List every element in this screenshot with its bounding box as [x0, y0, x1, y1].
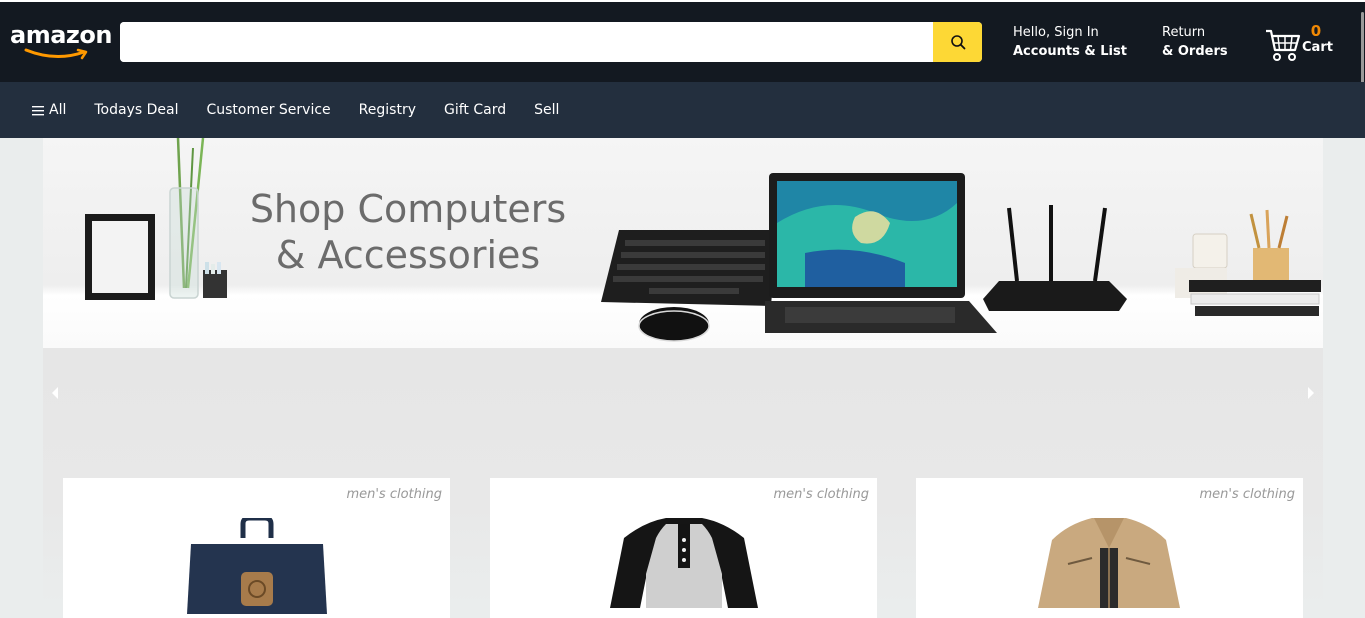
hero-title-line1: Shop Computers: [249, 187, 567, 231]
carousel-prev-button[interactable]: [51, 386, 59, 404]
scrollbar-track[interactable]: [1360, 4, 1365, 86]
nav-item-label: Customer Service: [206, 102, 331, 118]
hamburger-icon: [32, 105, 44, 115]
amazon-logo[interactable]: amazon: [10, 20, 112, 64]
hero-title-line2: & Accessories: [275, 233, 541, 277]
nav-item-label: Registry: [358, 102, 416, 118]
raglan-shirt-image: [610, 518, 758, 608]
hero-banner-image[interactable]: Shop Computers & Accessories: [43, 138, 1323, 348]
picture-frame-image: [85, 214, 155, 300]
carousel-next-button[interactable]: [1307, 386, 1315, 404]
account-menu[interactable]: Hello, Sign In Accounts & List: [1013, 24, 1127, 62]
cart-count: 0: [1310, 22, 1322, 40]
chevron-left-icon: [52, 387, 58, 399]
nav-item-label: All: [49, 102, 67, 118]
nav-item-todays-deal[interactable]: Todays Deal: [94, 102, 178, 118]
nav-item-sell[interactable]: Sell: [534, 102, 559, 118]
cart-label: Cart: [1302, 40, 1333, 55]
router-image: [983, 205, 1127, 311]
nav-item-registry[interactable]: Registry: [359, 102, 416, 118]
top-header: amazon Hello, Sign In Accounts & List Re…: [0, 0, 1365, 86]
cart-button[interactable]: 0 Cart: [1265, 22, 1345, 64]
search-icon: [950, 35, 965, 50]
chevron-right-icon: [1308, 387, 1314, 399]
nav-item-customer-service[interactable]: Customer Service: [206, 102, 330, 118]
nav-item-label: Sell: [534, 102, 560, 118]
keyboard-image: [601, 230, 777, 306]
desk-accessories-image: [1175, 209, 1321, 316]
jacket-image: [1038, 518, 1180, 608]
pen-cup-image: [203, 262, 227, 298]
mouse-image: [638, 307, 710, 342]
hero-title: Shop Computers & Accessories: [243, 186, 573, 278]
nav-item-label: Gift Card: [443, 102, 507, 118]
product-card[interactable]: men's clothing: [63, 478, 450, 618]
product-category: men's clothing: [773, 487, 869, 502]
account-list-label: Accounts & List: [1013, 44, 1127, 59]
logo-smile-icon: [24, 48, 88, 60]
search-input[interactable]: [120, 22, 933, 62]
nav-item-all[interactable]: All: [32, 102, 66, 118]
logo-text: amazon: [10, 21, 112, 49]
scrollbar-thumb[interactable]: [1361, 12, 1364, 86]
cart-icon: [1266, 29, 1301, 61]
returns-orders-link[interactable]: Return & Orders: [1162, 24, 1228, 62]
account-greeting: Hello, Sign In: [1013, 25, 1099, 40]
product-card[interactable]: men's clothing: [490, 478, 877, 618]
product-category: men's clothing: [346, 487, 442, 502]
search-bar: [120, 22, 982, 62]
laptop-image: [765, 173, 997, 333]
backpack-image: [187, 518, 327, 614]
search-button[interactable]: [933, 22, 982, 62]
nav-item-gift-card[interactable]: Gift Card: [444, 102, 506, 118]
product-card[interactable]: men's clothing: [916, 478, 1303, 618]
orders-label: & Orders: [1162, 44, 1228, 59]
product-category: men's clothing: [1199, 487, 1295, 502]
returns-label: Return: [1162, 25, 1206, 40]
secondary-nav: All Todays Deal Customer Service Registr…: [0, 82, 1365, 138]
nav-item-label: Todays Deal: [94, 102, 179, 118]
